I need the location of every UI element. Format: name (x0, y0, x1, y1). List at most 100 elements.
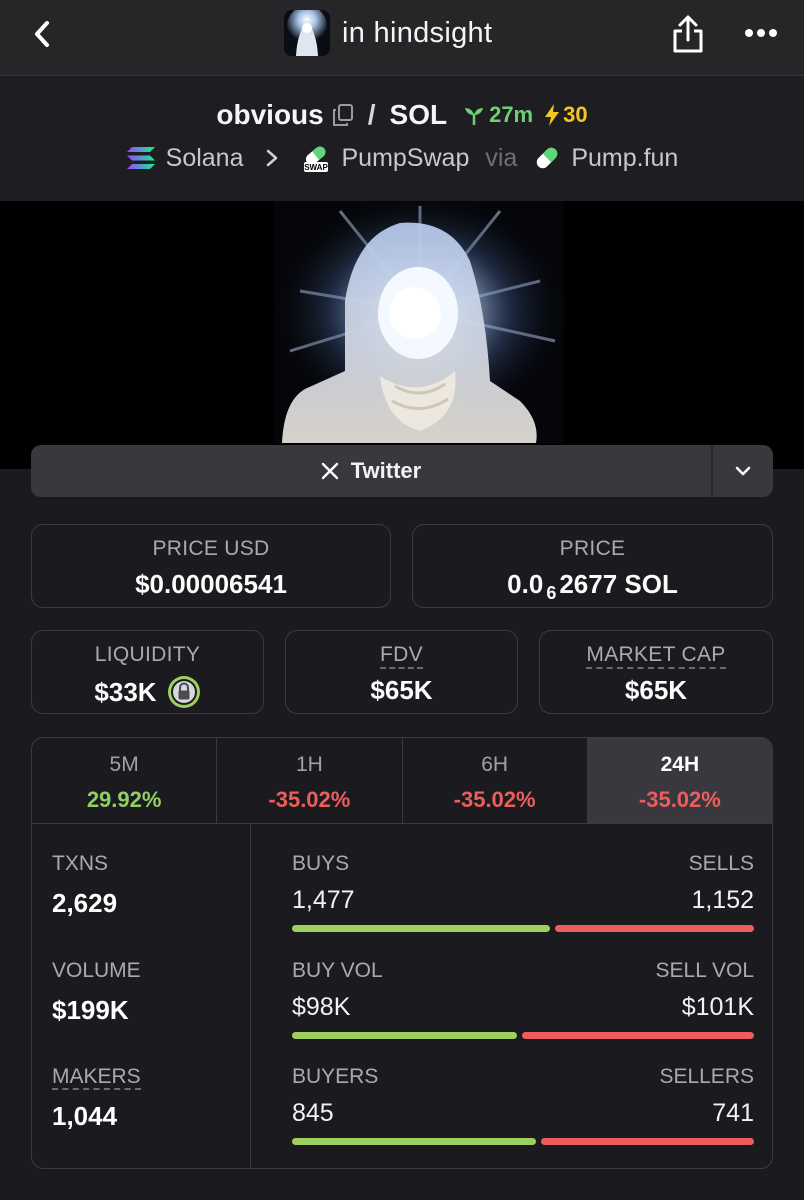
sell-bar (521, 1032, 754, 1039)
quote-token-symbol: SOL (389, 99, 448, 130)
volume-value: $199K (52, 995, 129, 1025)
tab-24h[interactable]: 24H -35.02% (587, 738, 772, 823)
price-usd-value: $0.00006541 (135, 569, 287, 599)
social-links-bar: Twitter (31, 445, 773, 497)
price-change: 29.92% (86, 787, 162, 812)
chevron-down-icon (735, 466, 751, 476)
buyers-sellers-row: BUYERS SELLERS 845 741 (292, 1065, 754, 1145)
summary-metrics: TXNS 2,629 VOLUME $199K MAKERS 1,044 (32, 824, 251, 1168)
price-change: -35.02% (638, 787, 721, 812)
price-zero-count: 6 (546, 583, 557, 603)
buy-vol-value: $98K (292, 993, 351, 1021)
sprout-icon (465, 108, 484, 125)
liquidity-label: LIQUIDITY (94, 643, 201, 666)
price-native-card: PRICE 0.0 6 2677 SOL (412, 524, 773, 608)
back-button[interactable] (24, 14, 60, 54)
fdv-card: FDV $65K (285, 630, 518, 714)
more-options-button[interactable] (736, 18, 786, 48)
market-cap-value: $65K (624, 675, 688, 705)
liquidity-value: $33K (94, 676, 157, 707)
pair-separator: / (367, 99, 376, 130)
buys-sells-row: BUYS SELLS 1,477 1,152 (292, 852, 754, 932)
sells-label: SELLS (688, 852, 754, 875)
makers-label[interactable]: MAKERS (52, 1065, 141, 1090)
tab-1h[interactable]: 1H -35.02% (217, 738, 403, 823)
more-links-dropdown[interactable] (711, 445, 773, 497)
pumpswap-icon: SWAP (303, 146, 328, 172)
buy-bar (292, 925, 550, 932)
volume-metric: VOLUME $199K (52, 959, 141, 1026)
tab-6h[interactable]: 6H -35.02% (403, 738, 588, 823)
price-change: -35.02% (453, 787, 536, 812)
chain-link[interactable]: Solana (166, 144, 244, 173)
fdv-value: $65K (370, 675, 433, 705)
top-bar: in hindsight (0, 0, 804, 76)
sellers-label: SELLERS (659, 1065, 754, 1088)
txns-metric: TXNS 2,629 (52, 852, 117, 919)
app-title-group: in hindsight (284, 10, 492, 56)
buys-value: 1,477 (292, 886, 355, 914)
sell-vol-label: SELL VOL (655, 959, 754, 982)
boost-count: 30 (563, 102, 588, 127)
fdv-label[interactable]: FDV (286, 643, 517, 669)
copy-icon[interactable] (332, 103, 354, 127)
twitter-link-button[interactable]: Twitter (31, 445, 711, 497)
price-native-prefix: 0.0 (507, 569, 544, 599)
price-native-label: PRICE (559, 537, 626, 560)
price-change: -35.02% (268, 787, 351, 812)
launchpad-link[interactable]: Pump.fun (571, 144, 678, 173)
twitter-label: Twitter (350, 458, 422, 483)
share-icon (673, 15, 703, 53)
buy-sell-breakdown: BUYS SELLS 1,477 1,152 BUY VOL SELL VOL … (292, 824, 754, 1168)
price-native-suffix: 2677 SOL (559, 569, 678, 599)
tab-label: 1H (295, 753, 323, 776)
sell-vol-value: $101K (681, 993, 754, 1021)
makers-value: 1,044 (52, 1101, 118, 1131)
buys-sells-bar (292, 925, 754, 932)
market-cap-card: MARKET CAP $65K (539, 630, 773, 714)
tab-label: 6H (481, 753, 509, 776)
volume-label: VOLUME (52, 959, 141, 982)
via-label: via (485, 143, 518, 172)
buy-bar (292, 1032, 517, 1039)
buyers-sellers-bar (292, 1138, 754, 1145)
tab-5m[interactable]: 5M 29.92% (32, 738, 218, 823)
share-button[interactable] (668, 12, 708, 56)
token-banner-image (0, 201, 804, 469)
sell-bar (554, 925, 754, 932)
pair-age-badge: 27m (463, 102, 533, 128)
pill-icon (537, 147, 558, 169)
tab-label: 5M (109, 753, 139, 776)
tab-label: 24H (660, 753, 700, 776)
x-logo-icon (321, 462, 338, 480)
makers-metric: MAKERS 1,044 (52, 1065, 141, 1132)
lightning-icon (545, 104, 560, 126)
breadcrumb: Solana SWAP PumpSwap via Pump.fun (0, 143, 804, 173)
liquidity-value-row: $33K (32, 675, 263, 709)
price-usd-card: PRICE USD $0.00006541 (31, 524, 391, 608)
pair-age: 27m (489, 102, 534, 127)
volume-split-row: BUY VOL SELL VOL $98K $101K (292, 959, 754, 1039)
dex-link[interactable]: PumpSwap (342, 144, 470, 173)
price-native-value: 0.0 6 2677 SOL (413, 569, 772, 603)
boost-badge[interactable]: 30 (543, 102, 588, 128)
page-title: in hindsight (342, 16, 493, 49)
lock-icon[interactable] (167, 675, 201, 709)
volume-split-bar (292, 1032, 754, 1039)
timeframe-tabs: 5M 29.92% 1H -35.02% 6H -35.02% 24H -35.… (32, 738, 772, 824)
buyers-label: BUYERS (292, 1065, 379, 1088)
chevron-left-icon (35, 21, 49, 47)
sell-bar (540, 1138, 754, 1145)
market-cap-label[interactable]: MARKET CAP (540, 643, 772, 669)
performance-panel: 5M 29.92% 1H -35.02% 6H -35.02% 24H -35.… (31, 737, 773, 1169)
buys-label: BUYS (292, 852, 350, 875)
sellers-value: 741 (712, 1099, 754, 1127)
svg-text:SWAP: SWAP (304, 163, 328, 172)
chevron-right-icon (266, 149, 277, 167)
liquidity-card: LIQUIDITY $33K (31, 630, 264, 714)
price-usd-label: PRICE USD (152, 537, 270, 560)
solana-icon (126, 147, 155, 169)
txns-label: TXNS (52, 852, 109, 875)
buy-bar (292, 1138, 536, 1145)
base-token-symbol: obvious (216, 99, 324, 130)
